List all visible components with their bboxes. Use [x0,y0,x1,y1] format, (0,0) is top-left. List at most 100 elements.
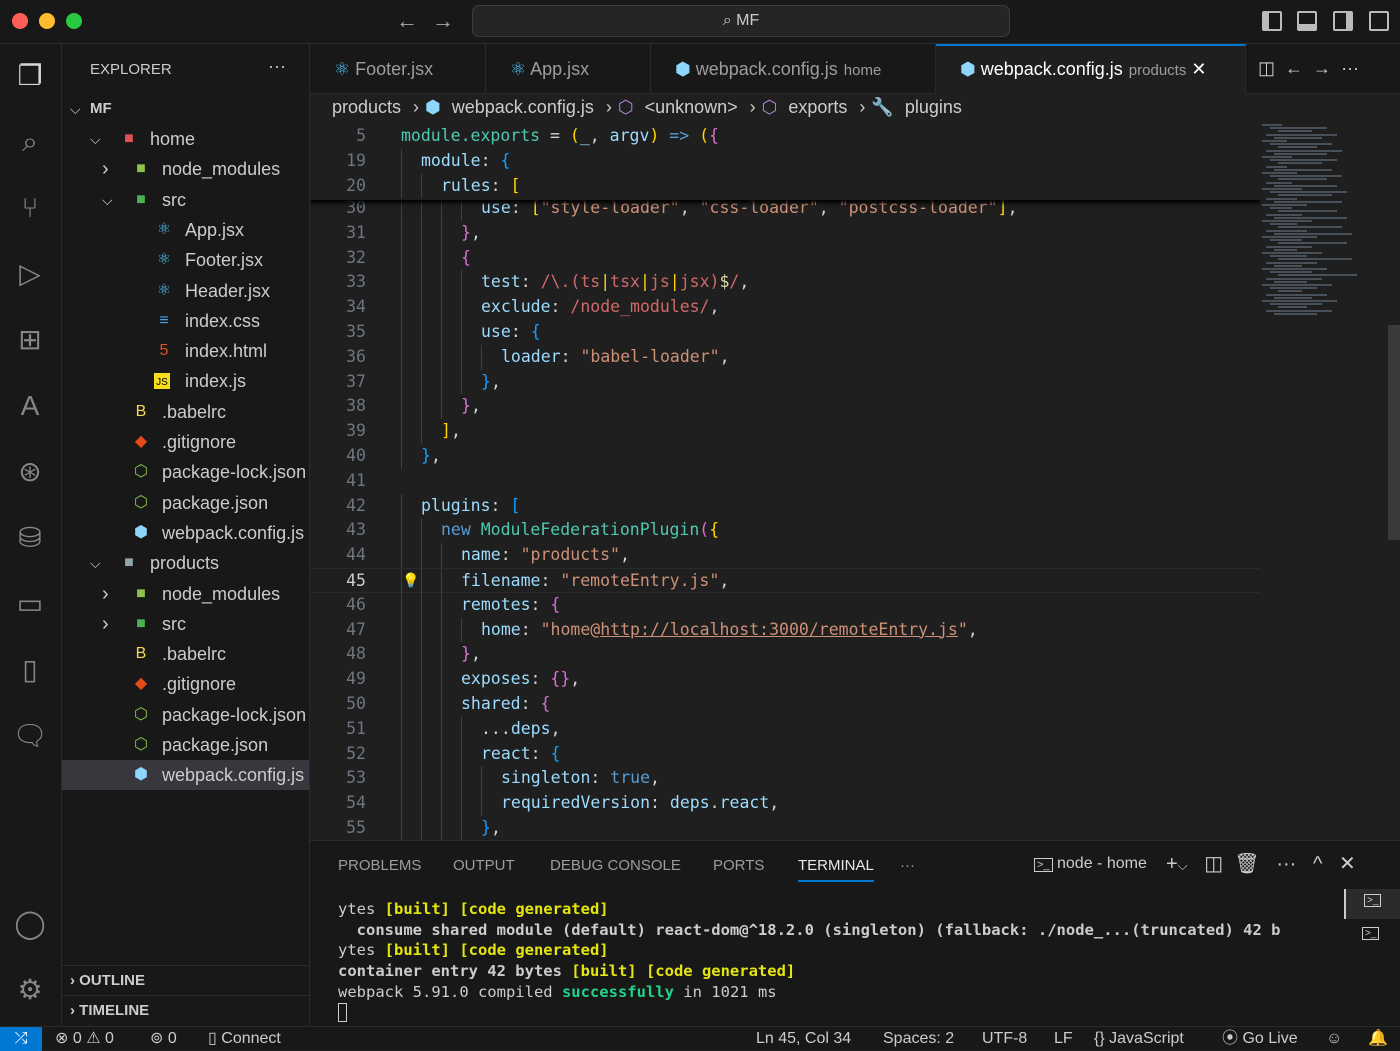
breadcrumb-item[interactable]: ⬢ webpack.config.js [425,97,600,117]
tree-item[interactable]: ≡ index.css [62,306,309,336]
remote-indicator-icon[interactable]: ⤮ [0,1027,42,1051]
code-line[interactable]: 33 test: /\.(ts|tsx|js|jsx)$/, [310,270,1260,296]
chat-icon[interactable]: 🗨 [12,718,48,754]
code-line[interactable]: 35 use: { [310,320,1260,345]
cursor-position[interactable]: Ln 45, Col 34 [756,1027,851,1051]
new-terminal-icon[interactable]: + [1166,853,1178,875]
close-icon[interactable]: ✕ [1186,59,1206,79]
tree-item[interactable]: ⬡ package-lock.json [62,457,309,487]
code-line[interactable]: 46 remotes: { [310,592,1260,618]
notebook-icon[interactable]: ▯ [12,652,48,688]
code-line[interactable]: 19 module: { [310,148,1260,174]
go-back-icon[interactable]: ← [1285,58,1303,78]
panel-tab-terminal[interactable]: TERMINAL [798,857,874,882]
chevron-down-icon[interactable]: ⌵ [1178,858,1188,873]
minimize-window-button[interactable] [39,13,55,29]
terminal-selector[interactable]: >_ node - home [1034,855,1147,873]
terminal-output[interactable]: ytes [built] [code generated] consume sh… [338,899,1281,1022]
tree-item[interactable]: ⚛ App.jsx [62,215,309,245]
outline-section[interactable]: › OUTLINE [62,965,309,995]
tree-item[interactable]: › ■ node_modules [62,579,309,609]
code-line[interactable]: 37}, [310,369,1260,395]
code-line[interactable]: 54 requiredVersion: deps.react, [310,791,1260,816]
language-mode[interactable]: {} JavaScript [1094,1027,1184,1051]
tree-item[interactable]: B .babelrc [62,397,309,427]
code-line[interactable]: 36 loader: "babel-loader", [310,344,1260,370]
code-line[interactable]: 51 ...deps, [310,716,1260,742]
maximize-window-button[interactable] [66,13,82,29]
source-control-icon[interactable]: ⑂ [12,190,48,226]
forward-arrow-icon[interactable]: → [432,8,454,34]
encoding[interactable]: UTF-8 [982,1027,1027,1051]
command-center-search[interactable]: ⌕ MF [472,5,1010,37]
panel-tab-debug-console[interactable]: DEBUG CONSOLE [550,857,681,874]
tab-app-jsx[interactable]: ⚛ App.jsx [486,44,651,94]
toggle-secondary-sidebar-icon[interactable] [1333,11,1353,31]
go-forward-icon[interactable]: → [1313,58,1331,78]
tree-item[interactable]: ⌵ ■ src [62,185,309,215]
run-debug-icon[interactable]: ▷ [12,256,48,292]
tree-item[interactable]: › ■ src [62,609,309,639]
code-line[interactable]: 31}, [310,220,1260,246]
connect-status[interactable]: ▯ Connect [208,1027,281,1051]
tree-item[interactable]: ⬡ package.json [62,488,309,518]
tree-item[interactable]: ⬡ package-lock.json [62,700,309,730]
code-line[interactable]: 40}, [310,444,1260,469]
database-icon[interactable]: ⛁ [12,520,48,556]
panel-tab-problems[interactable]: PROBLEMS [338,857,421,874]
code-line[interactable]: 34 exclude: /node_modules/, [310,295,1260,320]
back-arrow-icon[interactable]: ← [396,8,418,34]
tab-webpack-config-js[interactable]: ⬢ webpack.config.js products ✕ [936,44,1246,94]
code-line[interactable]: 42 plugins: [ [310,493,1260,519]
code-line[interactable]: 💡 45 filename: "remoteEntry.js", [310,568,1260,594]
split-editor-icon[interactable]: ◫ [1258,58,1275,78]
code-line[interactable]: 44 name: "products", [310,543,1260,568]
code-editor[interactable]: 5 module.exports = (_, argv) => ({19 modul… [310,124,1260,840]
tree-item[interactable]: ◆ .gitignore [62,427,309,457]
tab-footer-jsx[interactable]: ⚛ Footer.jsx [310,44,486,94]
tree-item[interactable]: ⬢ webpack.config.js [62,760,309,791]
tree-item[interactable]: ⚛ Header.jsx [62,276,309,306]
more-actions-icon[interactable]: ··· [268,56,286,77]
code-line[interactable]: 41 [310,469,1260,494]
settings-gear-icon[interactable]: ⚙ [12,972,48,1008]
sticky-scroll[interactable]: 5 module.exports = (_, argv) => ({19 modul… [310,124,1260,200]
tree-item[interactable]: ⌵ ■ products [62,548,309,578]
tree-item[interactable]: ⚛ Footer.jsx [62,245,309,275]
code-line[interactable]: 38}, [310,394,1260,420]
indentation[interactable]: Spaces: 2 [883,1027,954,1051]
code-line[interactable]: 5 module.exports = (_, argv) => ({ [310,124,1260,149]
code-line[interactable]: 50 shared: { [310,692,1260,717]
extensions-icon[interactable]: ⊞ [12,322,48,358]
terminal-tab-1[interactable]: >_ [1344,889,1400,919]
breadcrumb-item[interactable]: ⬡ <unknown> [618,97,744,117]
split-terminal-icon[interactable]: ◫ [1204,853,1223,875]
panel-more-icon[interactable]: ··· [900,857,915,874]
tree-item[interactable]: JS index.js [62,366,309,396]
code-line[interactable]: 53 singleton: true, [310,766,1260,792]
code-line[interactable]: 43 new ModuleFederationPlugin({ [310,518,1260,544]
editor-scrollbar[interactable] [1388,325,1400,540]
workspace-root[interactable]: ⌵ MF [62,94,309,124]
toggle-panel-icon[interactable] [1297,11,1317,31]
panel-tab-ports[interactable]: PORTS [713,857,764,874]
toggle-sidebar-icon[interactable] [1262,11,1282,31]
tree-item[interactable]: ⌵ ■ home [62,124,309,154]
azure-icon[interactable]: A [12,388,48,424]
close-panel-icon[interactable]: ✕ [1339,853,1356,875]
copilot-icon[interactable]: ☺ [1326,1027,1342,1051]
git-graph-icon[interactable]: ⊛ [12,454,48,490]
lightbulb-icon[interactable]: 💡 [402,569,419,594]
tree-item[interactable]: ⬡ package.json [62,730,309,760]
breadcrumb-item[interactable]: ⬡ exports [762,97,854,117]
minimap[interactable] [1262,124,1386,324]
code-line[interactable]: 32 { [310,245,1260,271]
maximize-panel-icon[interactable]: ^ [1313,853,1322,875]
timeline-section[interactable]: › TIMELINE [62,995,309,1025]
close-window-button[interactable] [12,13,28,29]
end-of-line[interactable]: LF [1054,1027,1073,1051]
code-line[interactable]: 47 home: "home@http://localhost:3000/remo… [310,617,1260,643]
go-live-button[interactable]: ⦿ Go Live [1222,1027,1298,1051]
remote-explorer-icon[interactable]: ▭ [12,586,48,622]
tree-item[interactable]: › ■ node_modules [62,154,309,184]
